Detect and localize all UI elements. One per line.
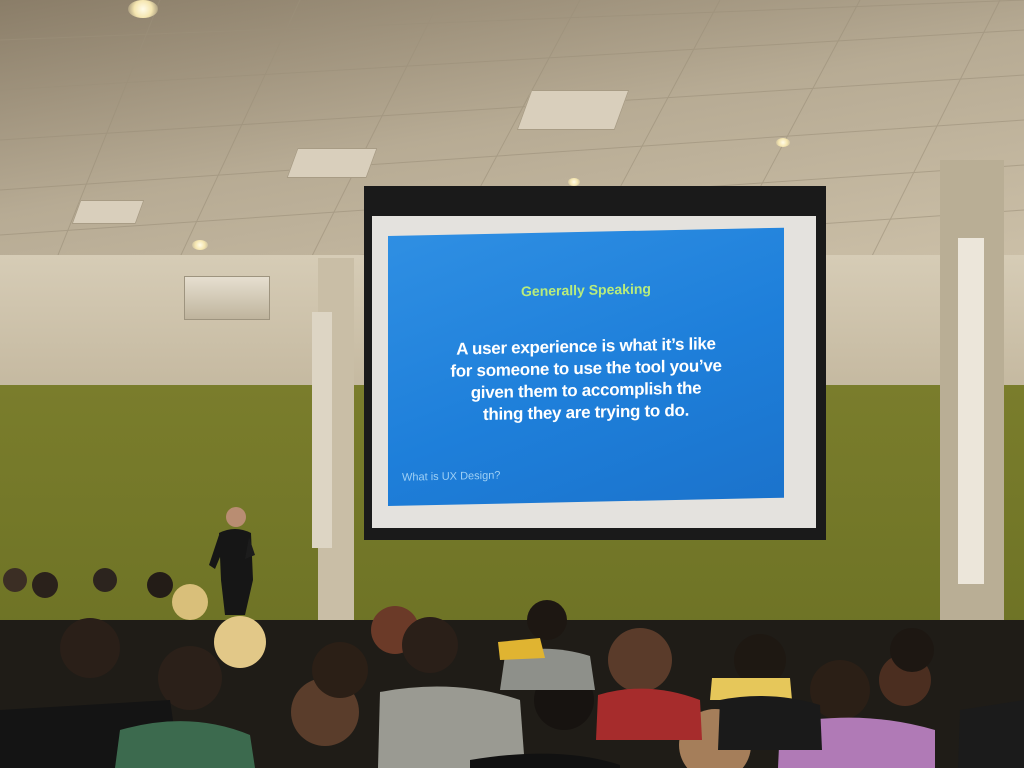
slide-footer: What is UX Design? [402,469,501,484]
lecture-hall-photo: Generally Speaking A user experience is … [0,0,1024,768]
speaker-column [312,312,332,548]
ceiling-vent [71,200,145,224]
slide-title: Generally Speaking [521,280,651,300]
ceiling-light [776,138,790,147]
wall-speaker [184,276,270,320]
speaker-column [958,238,984,584]
ceiling-light [192,240,208,250]
audience [0,568,1024,768]
presentation-slide: Generally Speaking A user experience is … [388,227,784,506]
ceiling-vent [516,90,630,130]
ceiling-vent [286,148,378,178]
ceiling-light [128,0,158,18]
slide-body: A user experience is what it’s like for … [408,332,764,427]
ceiling-light [568,178,580,186]
